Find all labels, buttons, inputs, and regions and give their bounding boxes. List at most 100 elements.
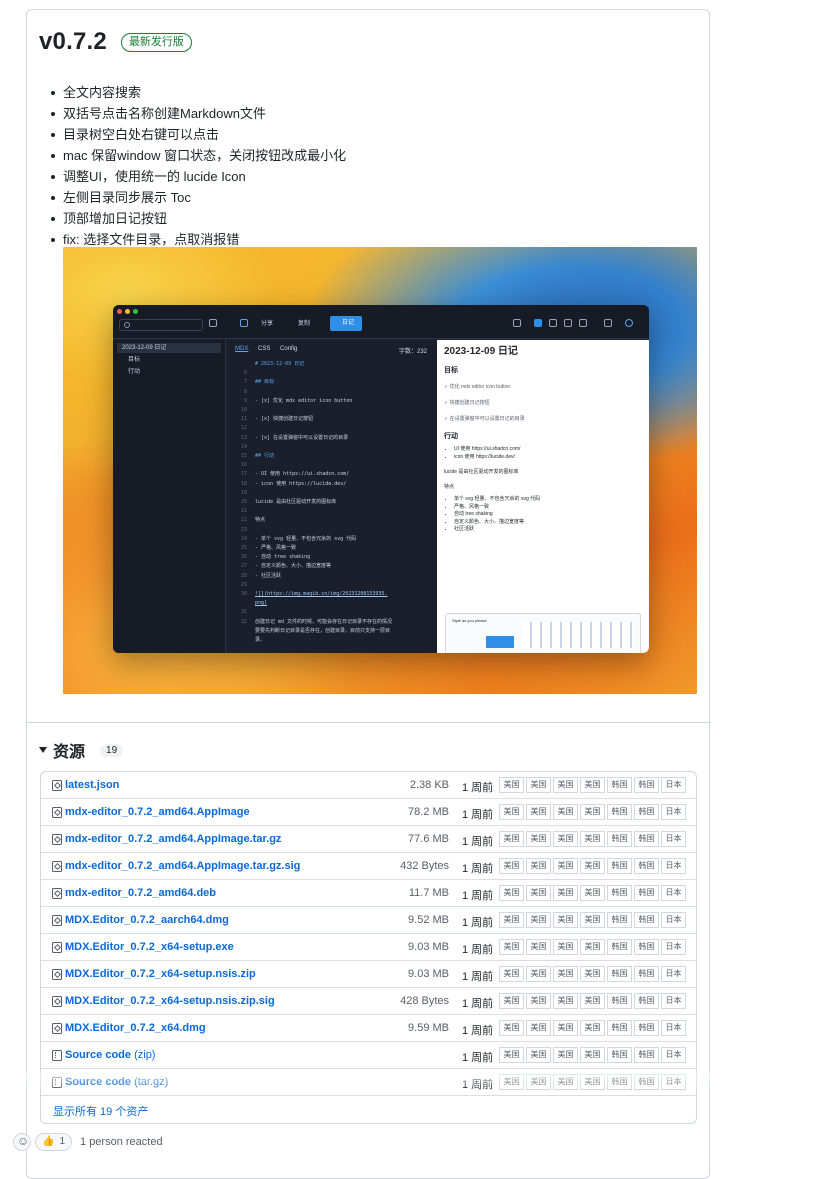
mirror-link-button[interactable]: 美国 bbox=[526, 804, 551, 820]
mirror-link-button[interactable]: 美国 bbox=[499, 912, 524, 928]
show-all-assets[interactable]: 显示所有 19 个资产 bbox=[41, 1096, 696, 1123]
asset-link[interactable]: mdx-editor_0.7.2_amd64.deb bbox=[65, 887, 216, 899]
release-version[interactable]: v0.7.2 bbox=[39, 28, 107, 56]
mirror-link-button[interactable]: 美国 bbox=[580, 777, 605, 793]
mirror-link-button[interactable]: 美国 bbox=[580, 1020, 605, 1036]
asset-link[interactable]: mdx-editor_0.7.2_amd64.AppImage bbox=[65, 806, 250, 818]
asset-name[interactable]: MDX.Editor_0.7.2_x64.dmg bbox=[65, 1022, 206, 1034]
asset-name[interactable]: Source code bbox=[65, 1076, 131, 1088]
asset-link[interactable]: MDX.Editor_0.7.2_x64-setup.nsis.zip bbox=[65, 968, 256, 980]
mirror-link-button[interactable]: 美国 bbox=[526, 912, 551, 928]
mirror-link-button[interactable]: 日本 bbox=[661, 966, 686, 982]
mirror-link-button[interactable]: 日本 bbox=[661, 858, 686, 874]
asset-name[interactable]: MDX.Editor_0.7.2_x64-setup.nsis.zip.sig bbox=[65, 995, 275, 1007]
mirror-link-button[interactable]: 韩国 bbox=[607, 1074, 632, 1090]
mirror-link-button[interactable]: 日本 bbox=[661, 777, 686, 793]
release-screenshot[interactable]: 分享 复制 日记 2023-12-09 日记 目标 行动 MDX CSS Con… bbox=[63, 247, 697, 694]
mirror-link-button[interactable]: 韩国 bbox=[634, 885, 659, 901]
mirror-link-button[interactable]: 美国 bbox=[526, 966, 551, 982]
mirror-link-button[interactable]: 美国 bbox=[499, 966, 524, 982]
mirror-link-button[interactable]: 美国 bbox=[553, 912, 578, 928]
mirror-link-button[interactable]: 韩国 bbox=[634, 993, 659, 1009]
mirror-link-button[interactable]: 韩国 bbox=[634, 831, 659, 847]
mirror-link-button[interactable]: 韩国 bbox=[634, 804, 659, 820]
mirror-link-button[interactable]: 韩国 bbox=[634, 1074, 659, 1090]
mirror-link-button[interactable]: 美国 bbox=[526, 993, 551, 1009]
mirror-link-button[interactable]: 美国 bbox=[580, 939, 605, 955]
asset-name[interactable]: mdx-editor_0.7.2_amd64.AppImage bbox=[65, 806, 250, 818]
mirror-link-button[interactable]: 美国 bbox=[553, 858, 578, 874]
asset-link[interactable]: MDX.Editor_0.7.2_x64-setup.nsis.zip.sig bbox=[65, 995, 275, 1007]
mirror-link-button[interactable]: 日本 bbox=[661, 912, 686, 928]
mirror-link-button[interactable]: 美国 bbox=[580, 993, 605, 1009]
asset-name[interactable]: MDX.Editor_0.7.2_x64-setup.nsis.zip bbox=[65, 968, 256, 980]
mirror-link-button[interactable]: 美国 bbox=[499, 777, 524, 793]
mirror-link-button[interactable]: 美国 bbox=[499, 939, 524, 955]
mirror-link-button[interactable]: 韩国 bbox=[607, 993, 632, 1009]
mirror-link-button[interactable]: 美国 bbox=[499, 1020, 524, 1036]
asset-name[interactable]: latest.json bbox=[65, 779, 119, 791]
show-all-assets-link[interactable]: 显示所有 19 个资产 bbox=[53, 1103, 148, 1119]
add-reaction-smiley-icon[interactable] bbox=[13, 1133, 31, 1151]
mirror-link-button[interactable]: 美国 bbox=[553, 1020, 578, 1036]
mirror-link-button[interactable]: 美国 bbox=[553, 885, 578, 901]
asset-name[interactable]: Source code bbox=[65, 1049, 131, 1061]
mirror-link-button[interactable]: 韩国 bbox=[607, 912, 632, 928]
asset-name-suffix[interactable]: (tar.gz) bbox=[131, 1076, 168, 1088]
asset-link[interactable]: Source code (tar.gz) bbox=[65, 1076, 168, 1088]
mirror-link-button[interactable]: 日本 bbox=[661, 1047, 686, 1063]
asset-name-suffix[interactable]: (zip) bbox=[131, 1049, 155, 1061]
mirror-link-button[interactable]: 韩国 bbox=[634, 912, 659, 928]
mirror-link-button[interactable]: 美国 bbox=[526, 777, 551, 793]
mirror-link-button[interactable]: 日本 bbox=[661, 939, 686, 955]
mirror-link-button[interactable]: 美国 bbox=[553, 993, 578, 1009]
mirror-link-button[interactable]: 日本 bbox=[661, 885, 686, 901]
asset-name[interactable]: mdx-editor_0.7.2_amd64.AppImage.tar.gz bbox=[65, 833, 281, 845]
assets-header[interactable]: 资源 19 bbox=[39, 738, 124, 762]
mirror-link-button[interactable]: 美国 bbox=[526, 939, 551, 955]
mirror-link-button[interactable]: 美国 bbox=[580, 912, 605, 928]
caret-down-icon[interactable] bbox=[39, 747, 47, 753]
mirror-link-button[interactable]: 美国 bbox=[499, 804, 524, 820]
mirror-link-button[interactable]: 美国 bbox=[526, 1074, 551, 1090]
mirror-link-button[interactable]: 美国 bbox=[499, 831, 524, 847]
mirror-link-button[interactable]: 美国 bbox=[553, 1047, 578, 1063]
asset-name[interactable]: MDX.Editor_0.7.2_aarch64.dmg bbox=[65, 914, 229, 926]
mirror-link-button[interactable]: 韩国 bbox=[634, 1047, 659, 1063]
mirror-link-button[interactable]: 美国 bbox=[580, 1074, 605, 1090]
asset-link[interactable]: mdx-editor_0.7.2_amd64.AppImage.tar.gz.s… bbox=[65, 860, 300, 872]
mirror-link-button[interactable]: 美国 bbox=[526, 1047, 551, 1063]
asset-link[interactable]: MDX.Editor_0.7.2_x64-setup.exe bbox=[65, 941, 234, 953]
mirror-link-button[interactable]: 美国 bbox=[526, 858, 551, 874]
mirror-link-button[interactable]: 美国 bbox=[553, 831, 578, 847]
mirror-link-button[interactable]: 美国 bbox=[499, 993, 524, 1009]
mirror-link-button[interactable]: 美国 bbox=[580, 804, 605, 820]
mirror-link-button[interactable]: 美国 bbox=[580, 966, 605, 982]
mirror-link-button[interactable]: 美国 bbox=[526, 831, 551, 847]
mirror-link-button[interactable]: 美国 bbox=[580, 885, 605, 901]
mirror-link-button[interactable]: 美国 bbox=[499, 1047, 524, 1063]
asset-link[interactable]: mdx-editor_0.7.2_amd64.AppImage.tar.gz bbox=[65, 833, 281, 845]
asset-link[interactable]: latest.json bbox=[65, 779, 119, 791]
mirror-link-button[interactable]: 日本 bbox=[661, 804, 686, 820]
mirror-link-button[interactable]: 韩国 bbox=[634, 858, 659, 874]
mirror-link-button[interactable]: 美国 bbox=[553, 777, 578, 793]
mirror-link-button[interactable]: 韩国 bbox=[607, 966, 632, 982]
mirror-link-button[interactable]: 日本 bbox=[661, 831, 686, 847]
mirror-link-button[interactable]: 韩国 bbox=[634, 939, 659, 955]
mirror-link-button[interactable]: 韩国 bbox=[607, 804, 632, 820]
mirror-link-button[interactable]: 韩国 bbox=[607, 777, 632, 793]
asset-name[interactable]: mdx-editor_0.7.2_amd64.deb bbox=[65, 887, 216, 899]
mirror-link-button[interactable]: 美国 bbox=[526, 885, 551, 901]
mirror-link-button[interactable]: 美国 bbox=[499, 1074, 524, 1090]
mirror-link-button[interactable]: 美国 bbox=[553, 939, 578, 955]
mirror-link-button[interactable]: 日本 bbox=[661, 1020, 686, 1036]
mirror-link-button[interactable]: 韩国 bbox=[634, 777, 659, 793]
mirror-link-button[interactable]: 日本 bbox=[661, 1074, 686, 1090]
mirror-link-button[interactable]: 美国 bbox=[553, 1074, 578, 1090]
mirror-link-button[interactable]: 韩国 bbox=[607, 1020, 632, 1036]
mirror-link-button[interactable]: 美国 bbox=[499, 885, 524, 901]
asset-link[interactable]: MDX.Editor_0.7.2_x64.dmg bbox=[65, 1022, 206, 1034]
mirror-link-button[interactable]: 美国 bbox=[580, 858, 605, 874]
mirror-link-button[interactable]: 美国 bbox=[580, 1047, 605, 1063]
